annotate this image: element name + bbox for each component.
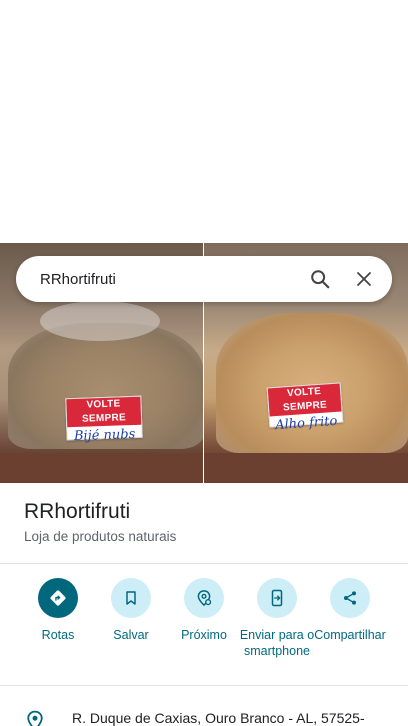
product-label: VOLTE SEMPRE Alho frito [266,382,344,433]
bookmark-icon[interactable] [111,578,151,618]
address-row[interactable]: R. Duque de Caxias, Ouro Branco - AL, 57… [0,700,408,726]
send-to-phone-button[interactable]: Enviar para o smartphone [237,578,317,659]
directions-icon[interactable] [38,578,78,618]
divider [0,563,408,564]
search-bar[interactable]: RRhortifruti [16,256,392,302]
directions-button[interactable]: Rotas [18,578,98,643]
place-title: RRhortifruti [24,500,131,523]
label-title: VOLTE SEMPRE [66,396,142,428]
share-button[interactable]: Compartilhar [310,578,390,643]
location-pin-icon [26,710,44,726]
label-handwriting: Bijé nubs [73,426,136,445]
bag-top-image [40,301,160,341]
directions-label: Rotas [41,628,75,642]
product-label: VOLTE SEMPRE Bijé nubs [65,395,143,444]
divider [0,685,408,686]
place-category: Loja de produtos naturais [24,529,177,544]
search-icon[interactable] [300,259,340,299]
save-label: Salvar [113,628,149,642]
search-query[interactable]: RRhortifruti [40,271,300,288]
send-to-phone-icon[interactable] [257,578,297,618]
shelf-image [204,453,408,483]
shelf-image [0,453,203,483]
share-icon[interactable] [330,578,370,618]
address-text: R. Duque de Caxias, Ouro Branco - AL, 57… [72,710,365,726]
share-label: Compartilhar [314,628,386,642]
action-bar: Rotas Salvar Próximo Enviar para o smart… [0,578,408,678]
blank-header-area [0,0,408,243]
nearby-button[interactable]: Próximo [164,578,244,643]
save-button[interactable]: Salvar [91,578,171,643]
nearby-label: Próximo [181,628,227,642]
close-icon[interactable] [344,259,384,299]
nearby-icon[interactable] [184,578,224,618]
send-to-phone-label: Enviar para o smartphone [239,628,315,658]
